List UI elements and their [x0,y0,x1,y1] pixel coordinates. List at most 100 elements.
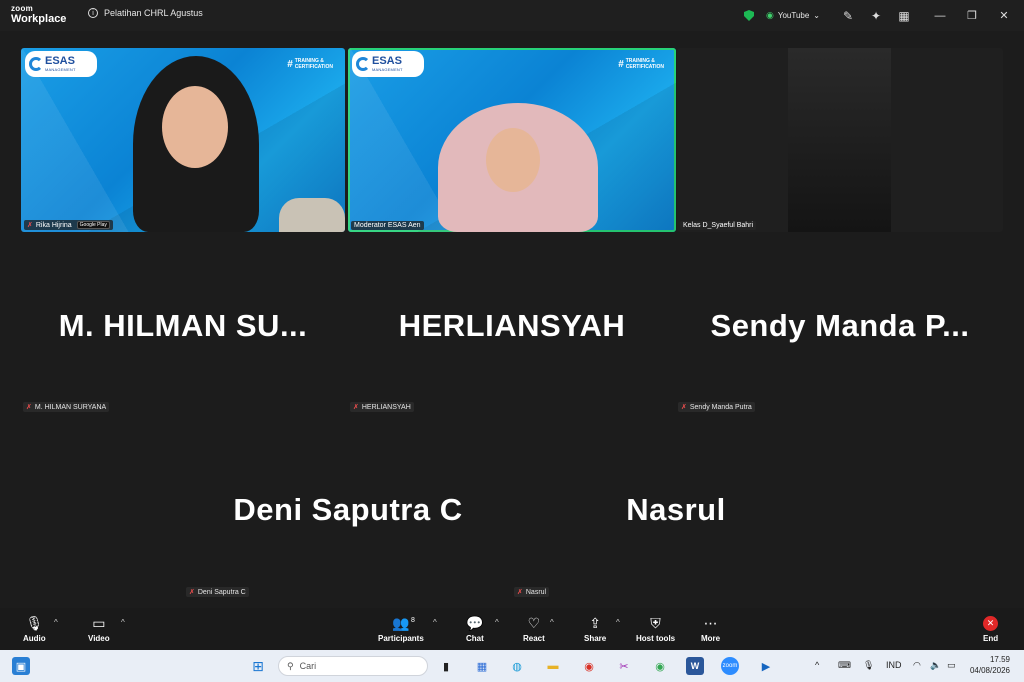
wifi-icon[interactable]: ◠ [913,660,921,671]
video-tile-kelas-d[interactable]: Kelas D_Syaeful Bahri [677,48,1003,232]
react-options-caret[interactable]: ^ [550,618,554,627]
taskbar-search[interactable]: ⚲ Cari [278,656,428,676]
chat-options-caret[interactable]: ^ [495,618,499,627]
audio-options-caret[interactable]: ^ [54,618,58,627]
language-indicator[interactable]: IND [886,660,902,670]
heart-icon: ♡ [527,615,541,631]
participant-name: HERLIANSYAH [361,403,411,411]
share-button[interactable]: ⇪ Share [584,614,606,643]
mic-muted-icon: ✗ [353,404,359,411]
participant-face [162,86,228,168]
widgets-icon[interactable]: ▣ [12,657,30,675]
participant-display-name: Sendy Manda P... [710,308,970,343]
chat-button[interactable]: 💬 Chat [466,614,484,643]
mic-muted-icon: ✗ [27,222,33,229]
share-options-caret[interactable]: ^ [616,618,620,627]
microphone-icon: 🎙 [25,615,44,631]
participant-name: Rika Hijrina [35,221,72,229]
volume-icon[interactable]: 🔈 [930,660,941,671]
microphone-tray-icon[interactable]: 🎙 [863,660,874,671]
participant-name: Nasrul [525,588,547,596]
more-label: More [701,634,721,643]
name-tile-herliansyah[interactable]: HERLIANSYAH [348,236,676,416]
name-tile-sendy[interactable]: Sendy Manda P... [677,236,1003,416]
participants-button[interactable]: 👥 Participants [378,614,424,643]
word-icon[interactable]: W [686,657,704,675]
training-badge: # TRAINING & CERTIFICATION [287,58,333,70]
system-clock[interactable]: 17.59 04/08/2026 [970,655,1010,677]
chrome-profile-icon[interactable]: ◉ [651,657,669,675]
participants-options-caret[interactable]: ^ [433,618,437,627]
training-badge: # TRAINING & CERTIFICATION [618,58,664,70]
esas-logo-text: ESAS [45,55,75,67]
participant-name: Kelas D_Syaeful Bahri [683,222,754,229]
chevron-down-icon: ⌄ [813,11,820,20]
participant-display-name: M. HILMAN SU... [58,308,308,343]
participant-display-name: HERLIANSYAH [398,308,626,343]
tray-overflow-icon[interactable]: ^ [815,660,819,670]
name-tile-hilman[interactable]: M. HILMAN SU... [21,236,345,416]
encryption-shield-icon[interactable] [744,10,754,21]
participant-name-tag: ✗ Nasrul [514,587,550,597]
video-label: Video [88,634,110,643]
search-icon: ⚲ [287,660,294,671]
esas-logo-subtext: MANAGEMENT [45,67,76,72]
minimize-button[interactable]: — [924,10,956,22]
participant-display-name: Nasrul [626,492,726,527]
training-line2: CERTIFICATION [625,63,664,70]
task-view-icon[interactable]: ▮ [437,657,455,675]
video-button[interactable]: ▭ Video [88,614,110,643]
name-tile-deni[interactable]: Deni Saputra C [184,420,512,600]
pen-annotate-icon[interactable]: ✎ [834,9,862,23]
file-explorer-icon[interactable]: ▬ [544,657,562,675]
participant-name: M. HILMAN SURYANA [34,403,107,411]
search-placeholder: Cari [299,661,317,671]
close-icon: ✕ [983,615,999,631]
title-bar-controls: ◉ YouTube ⌄ ✎ ✦ ▦ — ❐ ✕ [744,0,1024,31]
video-options-caret[interactable]: ^ [121,618,125,627]
apps-grid-icon[interactable]: ▦ [890,9,918,23]
media-player-icon[interactable]: ▶ [757,657,775,675]
livestream-dropdown[interactable]: ◉ YouTube ⌄ [766,10,820,21]
react-button[interactable]: ♡ React [523,614,545,643]
chrome-icon[interactable]: ◉ [580,657,598,675]
keyboard-icon[interactable]: ⌨ [838,660,851,671]
ai-companion-icon[interactable]: ✦ [862,9,890,23]
snipping-tool-icon[interactable]: ✂ [615,657,633,675]
end-meeting-button[interactable]: ✕ End [983,614,998,643]
host-tools-button[interactable]: ⛨ Host tools [636,614,675,643]
name-tile-nasrul[interactable]: Nasrul [512,420,840,600]
windows-taskbar: ▣ ⊞ ⚲ Cari ▮ ▦ ◍ ▬ ◉ ✂ ◉ W zoom ▶ ^ ⌨ 🎙 … [0,650,1024,682]
participant-name-tag: ✗ M. HILMAN SURYANA [23,402,110,412]
close-window-button[interactable]: ✕ [988,9,1020,22]
esas-logo: ESAS MANAGEMENT [352,51,424,77]
mic-muted-icon: ✗ [517,589,523,596]
brand-zoom-text: zoom [11,4,34,13]
livestream-icon: ◉ [766,10,774,20]
meeting-info[interactable]: i Pelatihan CHRL Agustus [88,8,203,18]
chat-label: Chat [466,634,484,643]
audio-button[interactable]: 🎙 Audio [23,614,46,643]
info-icon[interactable]: i [88,8,98,18]
clock-date: 04/08/2026 [969,665,1010,675]
video-tile-rika[interactable]: ESAS MANAGEMENT # TRAINING & CERTIFICATIO… [21,48,345,232]
edge-icon[interactable]: ◍ [508,657,526,675]
share-label: Share [584,634,607,643]
end-label: End [983,634,999,643]
participant-name: Deni Saputra C [197,588,246,596]
participants-count: 8 [411,617,415,624]
restore-button[interactable]: ❐ [956,9,988,22]
store-icon[interactable]: ▦ [473,657,491,675]
video-tile-moderator[interactable]: ESAS MANAGEMENT # TRAINING & CERTIFICATIO… [348,48,676,232]
windows-start-icon[interactable]: ⊞ [249,657,267,675]
audio-label: Audio [23,634,46,643]
training-line2: CERTIFICATION [294,63,333,70]
mic-muted-icon: ✗ [681,404,687,411]
mic-muted-icon: ✗ [189,589,195,596]
participant-face [486,128,540,192]
more-button[interactable]: ⋯ More [701,614,720,643]
battery-icon[interactable]: ▭ [947,660,956,671]
zoom-taskbar-icon[interactable]: zoom [721,657,739,675]
esas-mark-icon [29,57,43,71]
title-bar: zoom Workplace i Pelatihan CHRL Agustus … [0,0,1024,31]
